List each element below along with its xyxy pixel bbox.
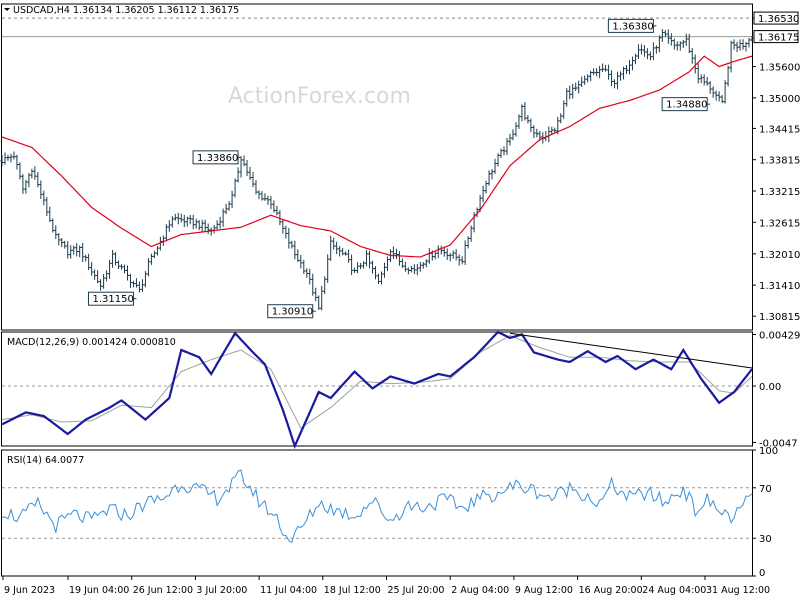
last-price-label: 1.36175	[758, 33, 799, 44]
time-tick-label: 31 Aug 12:00	[706, 585, 770, 596]
time-tick-label: 26 Jun 12:00	[133, 585, 193, 596]
time-tick-label: 19 Jun 04:00	[69, 585, 129, 596]
price-tick-label: 1.33815	[759, 156, 800, 167]
rsi-tick-label: 100	[759, 446, 778, 457]
time-tick-label: 18 Jul 12:00	[324, 585, 381, 596]
chart-container: ActionForex.com 1.36530 1.35600 1.35000 1.3…	[0, 0, 800, 600]
price-level-label: 1.36530	[758, 14, 799, 25]
macd-title: MACD(12,26,9) 0.001424 0.000810	[7, 337, 176, 348]
rsi-tick-label: 30	[759, 534, 772, 545]
swing-label: 1.30910	[272, 307, 313, 318]
time-tick-label: 9 Aug 12:00	[515, 585, 573, 596]
swing-label: 1.36380	[612, 21, 653, 32]
time-tick-label: 16 Aug 20:00	[579, 585, 643, 596]
time-tick-label: 9 Jun 2023	[4, 585, 55, 596]
price-tick-label: 1.35000	[759, 94, 800, 105]
swing-label: 1.33860	[197, 153, 238, 164]
price-tick-label: 1.31410	[759, 281, 800, 292]
rsi-tick-label: 70	[759, 484, 772, 495]
rsi-tick-label: 0	[759, 568, 765, 579]
price-tick-label: 1.32615	[759, 218, 800, 229]
swing-label: 1.34880	[666, 100, 707, 111]
time-tick-label: 24 Aug 04:00	[642, 585, 706, 596]
usdcad-h4-chart: ActionForex.com 1.36530 1.35600 1.35000 1.3…	[0, 0, 800, 600]
chart-watermark: ActionForex.com	[228, 84, 411, 109]
time-tick-label: 3 Jul 20:00	[196, 585, 247, 596]
time-tick-label: 25 Jul 20:00	[388, 585, 445, 596]
price-tick-label: 1.30815	[759, 312, 800, 323]
price-tick-label: 1.33215	[759, 187, 800, 198]
time-tick-label: 11 Jul 04:00	[260, 585, 317, 596]
price-tick-label: 1.32010	[759, 250, 800, 261]
price-title: USDCAD,H4 1.36134 1.36205 1.36112 1.3617…	[13, 5, 239, 16]
swing-label: 1.31150	[92, 294, 133, 305]
macd-tick-label: 0.00	[759, 382, 781, 393]
price-tick-label: 1.34415	[759, 124, 800, 135]
price-tick-label: 1.35600	[759, 63, 800, 74]
rsi-title: RSI(14) 64.0077	[7, 455, 84, 466]
time-tick-label: 2 Aug 04:00	[451, 585, 509, 596]
macd-tick-label: 0.00429	[759, 331, 800, 342]
